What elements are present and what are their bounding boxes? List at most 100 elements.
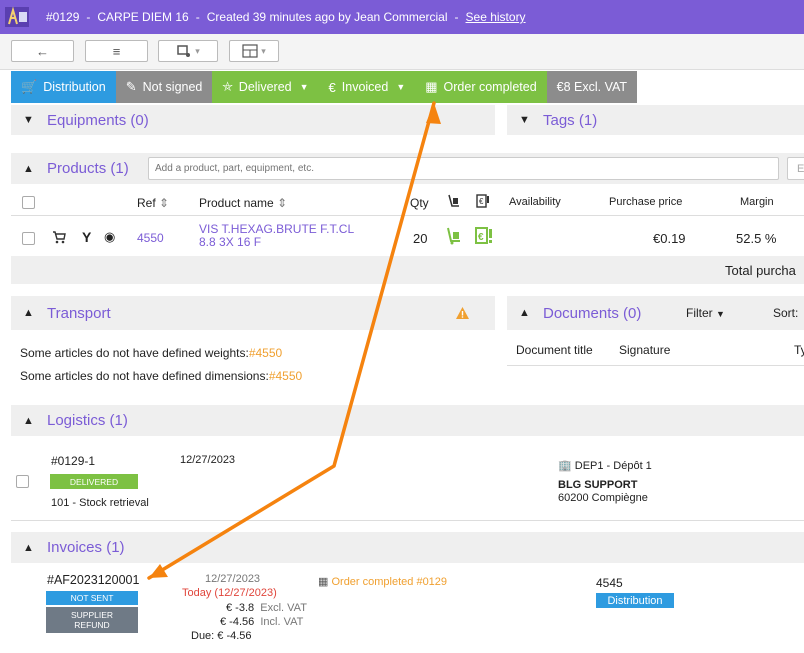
transport-section-header[interactable]: ▲ Transport <box>11 296 495 330</box>
depot-company: BLG SUPPORT <box>558 479 638 491</box>
col-ref-label: Ref <box>137 196 156 210</box>
depot-city: 60200 Compiègne <box>558 492 648 504</box>
section-title: Logistics (1) <box>47 412 128 429</box>
cart-icon[interactable] <box>52 230 66 247</box>
top-bar: #0129 - CARPE DIEM 16 - Created 39 minut… <box>0 0 804 34</box>
select-all-checkbox[interactable] <box>22 196 35 209</box>
amount-value: € -4.56 <box>220 616 255 628</box>
status-button-invoiced[interactable]: € Invoiced ▼ <box>318 71 416 103</box>
invoice-icon: € <box>476 194 490 211</box>
sort-icon: ⇕ <box>159 196 170 210</box>
add-product-button[interactable]: E <box>787 157 804 180</box>
col-margin-header: Margin <box>740 196 774 208</box>
equipments-section-header[interactable]: ▼ Equipments (0) <box>11 105 495 135</box>
col-signature: Signature <box>619 343 671 357</box>
expand-icon: ▲ <box>23 414 34 427</box>
transport-weight-warning: Some articles do not have defined weight… <box>20 346 282 360</box>
status-button-delivered[interactable]: ⛤ Delivered ▼ <box>212 71 319 103</box>
collapse-icon: ▼ <box>519 114 530 126</box>
product-name-link[interactable]: VIS T.HEXAG.BRUTE F.T.CL 8.8 3X 16 F <box>199 223 354 249</box>
layout-dropdown-button[interactable]: ▾ <box>229 40 279 62</box>
warning-text: Some articles do not have defined weight… <box>20 346 249 360</box>
invoice-ref[interactable]: #AF2023120001 <box>47 573 139 587</box>
separator: - <box>195 10 200 24</box>
section-title[interactable]: Products (1) <box>47 160 129 177</box>
amount-incl-vat: € -4.56 Incl. VAT <box>220 616 303 628</box>
list-button[interactable]: ≡ <box>85 40 148 62</box>
section-title: Equipments (0) <box>47 111 149 129</box>
products-total-bar: Total purcha <box>11 256 804 284</box>
tags-section-header[interactable]: ▼ Tags (1) <box>507 105 804 135</box>
status-button-distribution[interactable]: 🛒 Distribution <box>11 71 116 103</box>
col-ref-header[interactable]: Ref ⇕ <box>137 196 169 210</box>
order-link[interactable]: ▦ Order completed #0129 <box>318 575 447 588</box>
collapse-icon: ▼ <box>23 114 34 126</box>
chevron-down-icon: ▼ <box>716 309 725 319</box>
badge-line: SUPPLIER <box>70 610 114 620</box>
customer-name: CARPE DIEM 16 <box>97 10 189 24</box>
status-button-8-excl-vat[interactable]: €8 Excl. VAT <box>546 71 638 103</box>
product-margin: 52.5 % <box>736 231 777 246</box>
divider <box>507 365 804 366</box>
section-title: Transport <box>47 304 111 322</box>
channel-badge: Distribution <box>596 593 674 608</box>
expand-icon: ▲ <box>23 541 34 554</box>
status-label: €8 Excl. VAT <box>556 80 628 94</box>
col-name-header[interactable]: Product name ⇕ <box>199 196 287 210</box>
divider <box>11 520 804 521</box>
app-logo-icon[interactable] <box>0 0 34 34</box>
arrowhead-bottom-icon <box>149 564 168 578</box>
logistics-type: 101 - Stock retrieval <box>51 497 149 509</box>
logistics-ref[interactable]: #0129-1 <box>51 454 95 468</box>
product-qty: 20 <box>413 231 428 246</box>
filter-dropdown[interactable]: Filter ▼ <box>686 306 725 320</box>
gear-cart-icon <box>177 45 191 57</box>
expand-icon[interactable]: ▲ <box>519 307 533 319</box>
actions-dropdown-button[interactable]: ▾ <box>158 40 218 62</box>
col-qty-header: Qty <box>410 196 429 210</box>
badge-line: REFUND <box>74 620 110 630</box>
total-purchase-label: Total purcha <box>725 263 796 278</box>
status-badge: DELIVERED <box>50 474 138 489</box>
product-ref-link[interactable]: 4550 <box>137 231 164 245</box>
product-purchase-price: €0.19 <box>653 231 686 246</box>
status-button-order-completed[interactable]: ▦ Order completed <box>415 71 547 103</box>
expand-icon[interactable]: ▲ <box>23 163 37 175</box>
section-title[interactable]: Documents (0) <box>543 305 641 322</box>
separator: - <box>454 10 459 24</box>
invoices-section-header[interactable]: ▲ Invoices (1) <box>11 532 804 563</box>
dolly-icon: ⛤ <box>222 79 233 94</box>
calculator-icon: ▦ <box>318 576 329 588</box>
created-info: Created 39 minutes ago by Jean Commercia… <box>206 10 448 24</box>
see-history-link[interactable]: See history <box>466 10 526 24</box>
section-title: Tags (1) <box>543 111 598 129</box>
row-checkbox[interactable] <box>22 232 35 245</box>
col-availability-header: Availability <box>509 196 561 208</box>
separator: - <box>86 10 91 24</box>
product-link[interactable]: #4550 <box>269 369 302 383</box>
col-name-label: Product name <box>199 196 274 210</box>
section-title: Invoices (1) <box>47 539 125 556</box>
chevron-down-icon: ▾ <box>261 45 266 56</box>
eye-icon[interactable]: ◉ <box>104 229 115 245</box>
status-button-not-signed[interactable]: ✎ Not signed <box>115 71 213 103</box>
divider <box>11 215 804 216</box>
invoice-due-date: Today (12/27/2023) <box>182 587 277 599</box>
tools-icon[interactable]: Υ <box>82 229 91 245</box>
edit-icon: ✎ <box>125 79 137 94</box>
chevron-down-icon: ▼ <box>396 82 406 92</box>
chevron-down-icon: ▾ <box>195 45 200 56</box>
arrow-left-icon: ← <box>36 43 49 59</box>
logistics-checkbox[interactable] <box>16 475 29 488</box>
amount-label: Incl. VAT <box>260 616 304 628</box>
product-search-input[interactable] <box>148 157 779 180</box>
product-link[interactable]: #4550 <box>249 346 282 360</box>
sort-dropdown[interactable]: Sort: <box>773 306 798 320</box>
back-button[interactable]: ← <box>11 40 74 62</box>
status-badge: NOT SENT <box>46 591 138 605</box>
logistics-section-header[interactable]: ▲ Logistics (1) <box>11 405 804 436</box>
invoiced-icon: € <box>474 227 494 248</box>
documents-section-header: ▲ Documents (0) Filter ▼ Sort: <box>507 296 804 330</box>
logistics-date: 12/27/2023 <box>180 454 236 466</box>
product-name-line: 8.8 3X 16 F <box>199 235 262 249</box>
